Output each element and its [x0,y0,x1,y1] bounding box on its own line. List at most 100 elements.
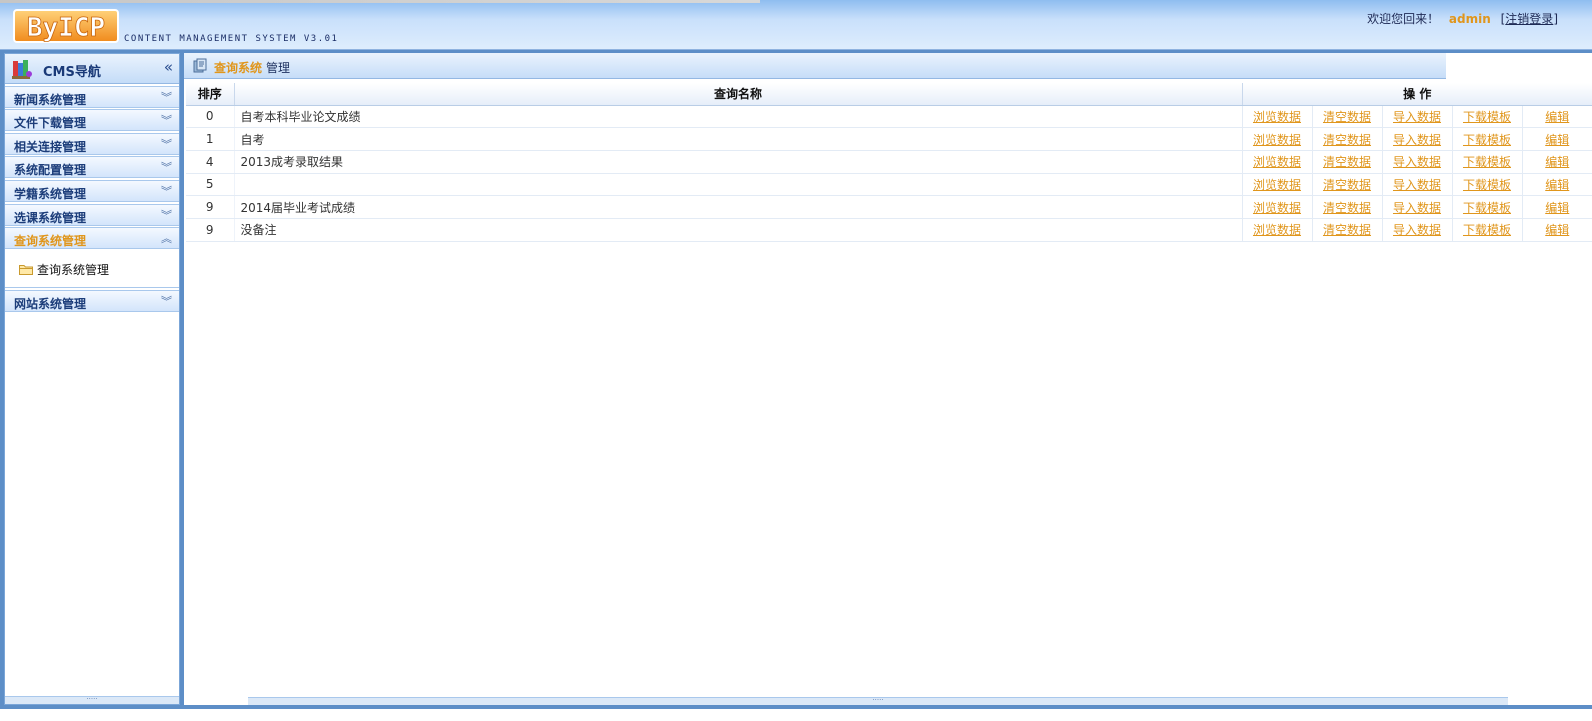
sidebar-item-downloads[interactable]: 文件下载管理 ︾ [5,109,179,132]
sidebar-item-label: 选课系统管理 [14,210,87,225]
sidebar: CMS导航 « 新闻系统管理 ︾ 文件下载管理 ︾ 相关连接管理 ︾ 系统配置管… [4,53,180,705]
sidebar-item-label: 新闻系统管理 [14,92,87,107]
chevron-down-icon: ︾ [161,184,172,198]
sidebar-subitem-label: 查询系统管理 [37,263,110,278]
chevron-down-icon: ︾ [161,208,172,222]
table-row: 4 2013成考录取结果 浏览数据 清空数据 导入数据 下载模板 编辑 [186,150,1592,174]
import-data-link[interactable]: 导入数据 [1393,155,1441,169]
bottom-frame-bar [0,705,1592,709]
import-data-link[interactable]: 导入数据 [1393,110,1441,124]
table-header-row: 排序 查询名称 操 作 [186,83,1592,106]
sidebar-header: CMS导航 « [5,54,179,84]
browse-data-link[interactable]: 浏览数据 [1253,178,1301,192]
logout-link[interactable]: 注销登录 [1505,12,1553,26]
sidebar-subitem-query-manage[interactable]: 查询系统管理 [19,261,109,278]
table-row: 1 自考 浏览数据 清空数据 导入数据 下载模板 编辑 [186,127,1592,151]
edit-link[interactable]: 编辑 [1545,110,1569,124]
crumb-icon [193,58,207,73]
download-template-link[interactable]: 下载模板 [1463,110,1511,124]
import-data-link[interactable]: 导入数据 [1393,178,1441,192]
sidebar-item-label: 系统配置管理 [14,163,87,178]
row-name: 没备注 [233,218,1242,242]
edit-link[interactable]: 编辑 [1545,178,1569,192]
edit-link[interactable]: 编辑 [1545,133,1569,147]
row-order: 1 [186,127,234,151]
browse-data-link[interactable]: 浏览数据 [1253,201,1301,215]
main-content: 查询系统 管理 排序 查询名称 操 作 0 自考本科毕业论文成绩 浏览数据 清空数… [184,53,1592,705]
sidebar-item-links[interactable]: 相关连接管理 ︾ [5,132,179,155]
browse-data-link[interactable]: 浏览数据 [1253,133,1301,147]
chevron-up-icon: ︽ [161,232,172,246]
edit-link[interactable]: 编辑 [1545,223,1569,237]
cms-books-icon [12,60,32,79]
sidebar-item-website[interactable]: 网站系统管理 ︾ [5,289,179,312]
clear-data-link[interactable]: 清空数据 [1323,223,1371,237]
column-header-order[interactable]: 排序 [186,83,235,106]
clear-data-link[interactable]: 清空数据 [1323,110,1371,124]
logo-tagline: CONTENT MANAGEMENT SYSTEM V3.01 [124,34,339,44]
sidebar-splitter[interactable]: ····· [5,696,179,704]
edit-link[interactable]: 编辑 [1545,201,1569,215]
row-order: 5 [186,173,234,197]
chevron-down-icon: ︾ [161,161,172,175]
download-template-link[interactable]: 下载模板 [1463,178,1511,192]
table-row: 9 2014届毕业考试成绩 浏览数据 清空数据 导入数据 下载模板 编辑 [186,195,1592,219]
breadcrumb-text: 查询系统 管理 [214,59,290,76]
chevron-down-icon: ︾ [161,137,172,151]
main-splitter[interactable]: ····· [248,697,1508,705]
download-template-link[interactable]: 下载模板 [1463,133,1511,147]
query-table: 排序 查询名称 操 作 0 自考本科毕业论文成绩 浏览数据 清空数据 导入数据 … [186,83,1592,242]
download-template-link[interactable]: 下载模板 [1463,155,1511,169]
breadcrumb-rest: 管理 [266,61,291,75]
column-header-name[interactable]: 查询名称 [234,83,1243,106]
collapse-left-icon[interactable]: « [164,58,173,76]
bottom-strip [0,705,1592,721]
welcome-bar: 欢迎您回来！ admin [注销登录] [1367,10,1558,27]
browse-data-link[interactable]: 浏览数据 [1253,223,1301,237]
sidebar-item-student-records[interactable]: 学籍系统管理 ︾ [5,179,179,202]
sidebar-item-query[interactable]: 查询系统管理 ︽ [5,227,179,250]
breadcrumb-highlight: 查询系统 [214,61,263,75]
sidebar-submenu-query: 查询系统管理 [5,249,179,289]
clear-data-link[interactable]: 清空数据 [1323,201,1371,215]
row-name: 2014届毕业考试成绩 [233,195,1242,219]
clear-data-link[interactable]: 清空数据 [1323,155,1371,169]
logo-text: ByICP [27,13,105,43]
folder-icon [19,265,33,276]
table-row: 9 没备注 浏览数据 清空数据 导入数据 下载模板 编辑 [186,218,1592,242]
chevron-down-icon: ︾ [161,294,172,308]
edit-link[interactable]: 编辑 [1545,155,1569,169]
row-name: 自考本科毕业论文成绩 [233,105,1242,129]
sidebar-item-label: 查询系统管理 [14,234,87,249]
clear-data-link[interactable]: 清空数据 [1323,133,1371,147]
import-data-link[interactable]: 导入数据 [1393,223,1441,237]
clear-data-link[interactable]: 清空数据 [1323,178,1371,192]
splitter-grip-icon: ····· [872,696,884,704]
header: ByICP CONTENT MANAGEMENT SYSTEM V3.01 欢迎… [0,0,1592,50]
row-order: 9 [186,218,234,242]
sidebar-item-course-selection[interactable]: 选课系统管理 ︾ [5,203,179,226]
row-name: 自考 [233,127,1242,151]
welcome-text: 欢迎您回来！ [1367,12,1440,26]
sidebar-item-label: 网站系统管理 [14,296,87,311]
header-top-line [0,0,760,3]
sidebar-item-label: 相关连接管理 [14,139,87,154]
browse-data-link[interactable]: 浏览数据 [1253,155,1301,169]
chevron-down-icon: ︾ [161,114,172,128]
sidebar-item-config[interactable]: 系统配置管理 ︾ [5,156,179,179]
sidebar-title: CMS导航 [43,65,101,80]
import-data-link[interactable]: 导入数据 [1393,201,1441,215]
import-data-link[interactable]: 导入数据 [1393,133,1441,147]
row-order: 0 [186,105,234,129]
download-template-link[interactable]: 下载模板 [1463,223,1511,237]
table-row: 0 自考本科毕业论文成绩 浏览数据 清空数据 导入数据 下载模板 编辑 [186,105,1592,129]
row-order: 4 [186,150,234,174]
download-template-link[interactable]: 下载模板 [1463,201,1511,215]
row-name: 2013成考录取结果 [233,150,1242,174]
sidebar-item-news[interactable]: 新闻系统管理 ︾ [5,85,179,108]
username: admin [1448,12,1491,26]
row-order: 9 [186,195,234,219]
chevron-down-icon: ︾ [161,90,172,104]
browse-data-link[interactable]: 浏览数据 [1253,110,1301,124]
sidebar-item-label: 文件下载管理 [14,116,87,131]
